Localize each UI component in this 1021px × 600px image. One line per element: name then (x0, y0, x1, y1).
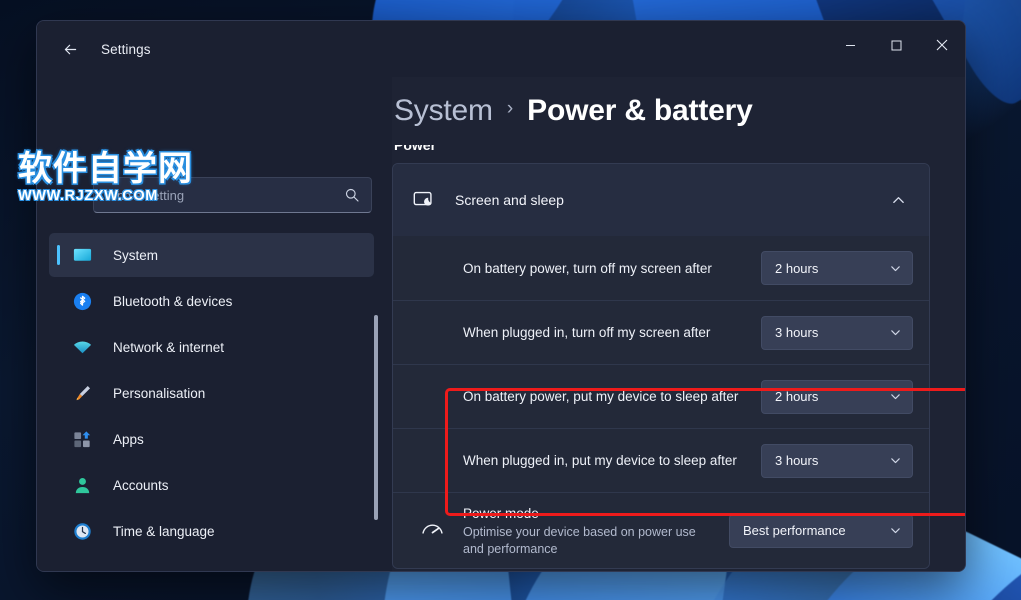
table-row: On battery power, turn off my screen aft… (393, 236, 929, 300)
row-label: On battery power, put my device to sleep… (463, 389, 739, 404)
sidebar-item-label: Personalisation (113, 385, 206, 401)
table-row: When plugged in, turn off my screen afte… (393, 300, 929, 364)
settings-window: Settings Find a setting System Bluetooth… (36, 20, 966, 572)
screen-sleep-icon (411, 188, 437, 212)
sidebar-scrollbar-thumb[interactable] (374, 315, 378, 520)
dropdown-value: 2 hours (775, 389, 819, 404)
close-icon (936, 39, 948, 51)
maximize-icon (891, 40, 901, 50)
sidebar-scrollbar[interactable] (374, 315, 378, 520)
chevron-down-icon (888, 326, 902, 340)
chevron-down-icon (888, 524, 902, 538)
bluetooth-icon (71, 290, 93, 312)
search-container (93, 177, 372, 213)
close-button[interactable] (919, 21, 965, 69)
search-input[interactable] (106, 187, 343, 203)
settings-scroll-area: Power Screen and sleep On battery power,… (392, 145, 965, 571)
breadcrumb-root[interactable]: System (394, 94, 493, 128)
battery-screen-timeout-dropdown[interactable]: 2 hours (761, 251, 913, 285)
row-label: On battery power, turn off my screen aft… (463, 260, 712, 276)
section-label-power: Power (394, 145, 437, 153)
person-icon (71, 474, 93, 496)
sidebar-item-system[interactable]: System (49, 233, 374, 277)
screen-and-sleep-card: Screen and sleep On battery power, turn … (392, 163, 930, 569)
sidebar-nav: System Bluetooth & devices Network & int… (37, 233, 392, 553)
page-title: Power & battery (527, 94, 753, 127)
window-body: System Bluetooth & devices (37, 77, 965, 571)
chevron-down-icon (888, 454, 902, 468)
minimize-button[interactable] (827, 21, 873, 69)
search-icon (343, 186, 361, 204)
back-button[interactable] (53, 32, 87, 66)
title-bar: Settings (37, 21, 965, 77)
wifi-icon (71, 336, 93, 358)
table-row: On battery power, put my device to sleep… (393, 364, 929, 428)
chevron-down-icon (888, 390, 902, 404)
brush-icon (71, 382, 93, 404)
power-mode-row[interactable]: Power mode Optimise your device based on… (393, 492, 929, 568)
search-box[interactable] (93, 177, 372, 213)
chevron-down-icon (888, 261, 902, 275)
window-title: Settings (101, 41, 151, 57)
sidebar-item-time-language[interactable]: Time & language (49, 509, 374, 553)
screen-and-sleep-header[interactable]: Screen and sleep (393, 164, 929, 236)
sidebar-item-accounts[interactable]: Accounts (49, 463, 374, 507)
sidebar-item-label: Network & internet (113, 339, 225, 355)
back-arrow-icon (64, 44, 76, 54)
sidebar-item-bluetooth-devices[interactable]: Bluetooth & devices (49, 279, 374, 323)
minimize-icon (845, 44, 855, 46)
power-mode-description: Optimise your device based on power use … (463, 524, 696, 556)
sidebar-item-apps[interactable]: Apps (49, 417, 374, 461)
plugged-screen-timeout-dropdown[interactable]: 3 hours (761, 315, 913, 350)
sidebar-item-label: Time & language (113, 523, 215, 539)
battery-sleep-timeout-dropdown[interactable]: 2 hours (761, 379, 913, 414)
chevron-up-icon[interactable] (883, 185, 913, 215)
row-label: When plugged in, turn off my screen afte… (463, 325, 711, 340)
apps-icon (71, 428, 93, 450)
sidebar-item-label: Apps (113, 431, 144, 447)
sidebar-item-label: System (113, 247, 159, 263)
breadcrumb: System › Power & battery (392, 77, 965, 145)
dropdown-value: 2 hours (775, 260, 819, 276)
maximize-button[interactable] (873, 21, 919, 69)
row-label: When plugged in, put my device to sleep … (463, 453, 737, 468)
power-mode-dropdown[interactable]: Best performance (729, 513, 913, 548)
sidebar-item-label: Accounts (113, 477, 169, 493)
desktop-wallpaper: Settings Find a setting System Bluetooth… (0, 0, 1021, 600)
clock-icon (71, 520, 93, 542)
table-row: When plugged in, put my device to sleep … (393, 428, 929, 492)
main-content: System › Power & battery Power Screen an… (392, 77, 965, 571)
screen-and-sleep-title: Screen and sleep (455, 192, 564, 208)
sidebar: System Bluetooth & devices (37, 77, 392, 571)
monitor-icon (71, 244, 93, 266)
dropdown-value: Best performance (743, 523, 846, 538)
power-gauge-icon (419, 518, 445, 543)
window-controls (827, 21, 965, 69)
power-mode-title: Power mode (463, 505, 539, 521)
sidebar-item-personalisation[interactable]: Personalisation (49, 371, 374, 415)
dropdown-value: 3 hours (775, 453, 819, 468)
plugged-sleep-timeout-dropdown[interactable]: 3 hours (761, 443, 913, 478)
dropdown-value: 3 hours (775, 325, 819, 340)
breadcrumb-separator-icon: › (506, 98, 514, 119)
sidebar-item-label: Bluetooth & devices (113, 293, 233, 309)
sidebar-item-network-internet[interactable]: Network & internet (49, 325, 374, 369)
